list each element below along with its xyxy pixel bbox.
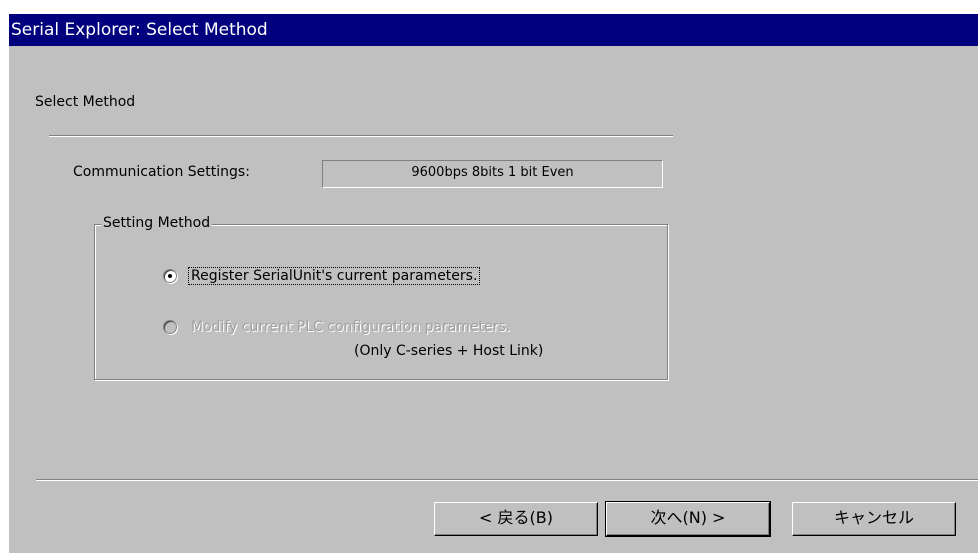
modify-plc-config-note: (Only C-series + Host Link)	[354, 343, 544, 359]
modify-plc-config-radio[interactable]	[163, 320, 177, 334]
window-title: Serial Explorer: Select Method	[11, 20, 268, 40]
radio-selected-dot	[168, 274, 172, 278]
communication-settings-label: Communication Settings:	[73, 164, 250, 180]
footer-divider	[36, 479, 978, 481]
communication-settings-value: 9600bps 8bits 1 bit Even	[322, 160, 663, 188]
setting-method-group-label: Setting Method	[101, 215, 213, 231]
header-divider	[49, 135, 673, 137]
cancel-button[interactable]: キャンセル	[792, 502, 956, 536]
modify-plc-config-label-wrap[interactable]: Modify current PLC configuration paramet…	[191, 319, 510, 335]
title-bar[interactable]: Serial Explorer: Select Method	[9, 14, 978, 46]
dialog-window: Serial Explorer: Select Method Select Me…	[9, 14, 978, 553]
register-current-params-label[interactable]: Register SerialUnit's current parameters…	[187, 267, 481, 285]
register-current-params-radio[interactable]	[163, 269, 177, 283]
page-title: Select Method	[35, 94, 136, 110]
modify-plc-config-label: Modify current PLC configuration paramet…	[191, 319, 511, 335]
next-button[interactable]: 次へ(N) >	[605, 501, 771, 537]
back-button[interactable]: < 戻る(B)	[434, 502, 598, 536]
